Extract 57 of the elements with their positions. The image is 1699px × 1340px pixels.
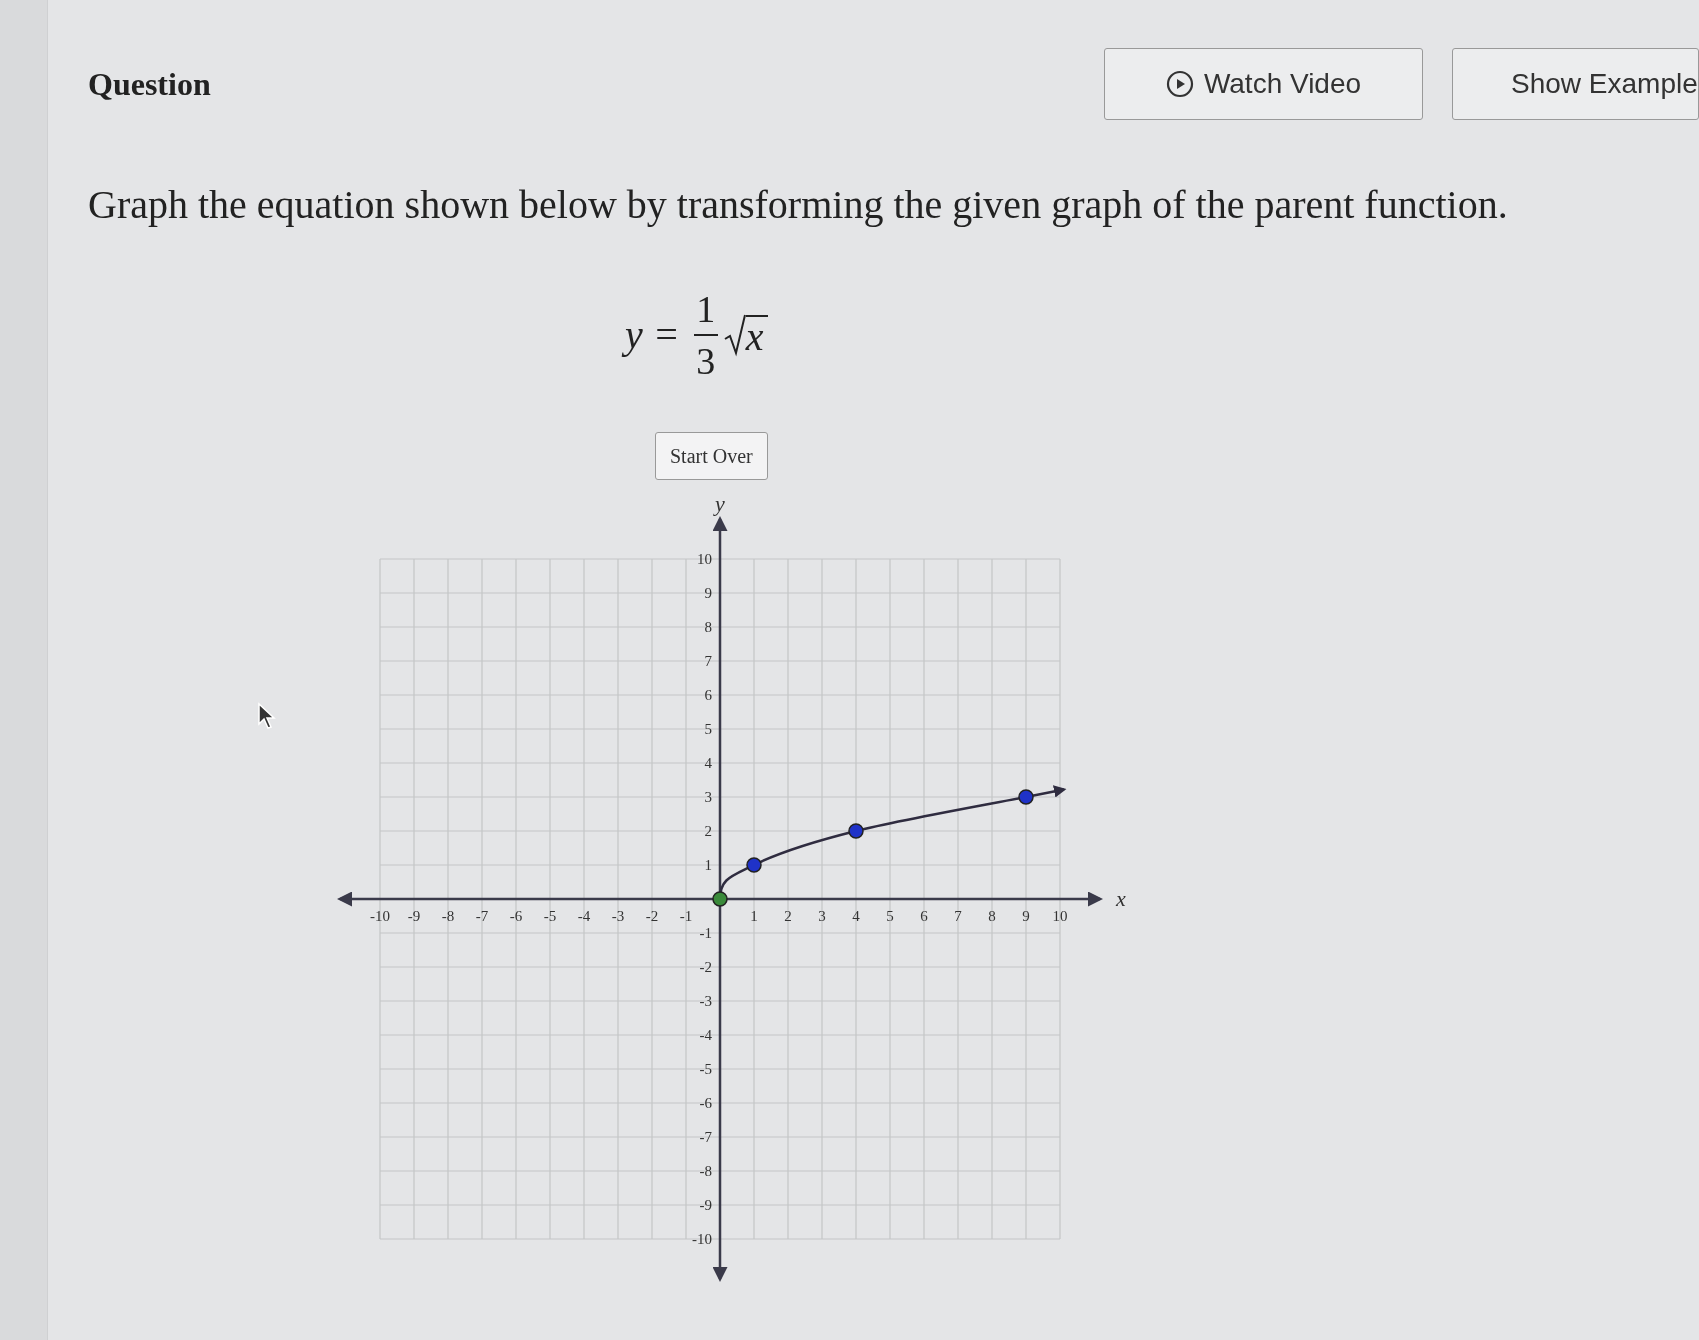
y-tick-label: 10: [697, 551, 712, 567]
y-tick-label: -3: [699, 993, 712, 1009]
y-axis-label: y: [715, 494, 725, 516]
x-tick-label: -9: [407, 908, 421, 924]
x-tick-label: 8: [988, 908, 996, 924]
fraction-denominator: 3: [696, 342, 716, 380]
y-tick-label: 9: [704, 585, 712, 601]
x-tick-label: 10: [1052, 908, 1068, 924]
graph-point[interactable]: [848, 823, 864, 839]
y-tick-label: -6: [699, 1095, 712, 1111]
x-axis-label: x: [1116, 886, 1126, 911]
x-tick-label: 2: [784, 908, 792, 924]
question-heading: Question: [88, 65, 212, 104]
x-tick-label: 5: [886, 908, 894, 924]
x-tick-label: 6: [920, 908, 928, 924]
play-circle-icon: [1165, 70, 1194, 98]
y-tick-label: 2: [704, 823, 712, 839]
y-tick-label: 6: [704, 687, 712, 703]
y-tick-label: 4: [704, 755, 712, 771]
y-tick-label: 1: [704, 857, 712, 873]
x-tick-label: -3: [611, 908, 625, 924]
start-over-button[interactable]: Start Over: [655, 432, 768, 480]
y-tick-label: -5: [699, 1061, 712, 1077]
x-tick-label: -8: [441, 908, 455, 924]
x-tick-label: -10: [370, 908, 390, 924]
x-tick-label: -1: [679, 908, 693, 924]
y-tick-label: 7: [704, 653, 712, 669]
radical-sign-icon: [723, 313, 746, 357]
y-tick-label: -7: [699, 1129, 712, 1145]
y-tick-label: 3: [704, 789, 712, 805]
x-tick-label: 1: [750, 908, 758, 924]
y-tick-label: -4: [699, 1027, 712, 1043]
y-tick-label: -8: [699, 1163, 712, 1179]
radicand: x: [745, 315, 768, 357]
y-tick-label: -10: [692, 1231, 712, 1247]
x-tick-label: 7: [954, 908, 962, 924]
y-tick-label: -1: [699, 925, 712, 941]
instruction-text: Graph the equation shown below by transforming the given graph of the parent function.: [88, 181, 1509, 229]
graph-point[interactable]: [712, 891, 728, 907]
graph-point[interactable]: [1018, 789, 1034, 805]
fraction-numerator: 1: [696, 290, 716, 328]
x-tick-label: 4: [852, 908, 860, 924]
y-tick-label: -9: [699, 1197, 712, 1213]
x-tick-label: 9: [1022, 908, 1030, 924]
watch-video-button[interactable]: Watch Video: [1104, 48, 1423, 120]
x-tick-label: -5: [543, 908, 557, 924]
y-tick-label: 8: [704, 619, 712, 635]
x-tick-label: 3: [818, 908, 826, 924]
mouse-cursor-icon: [257, 702, 277, 730]
x-tick-label: -7: [475, 908, 489, 924]
graph-point[interactable]: [746, 857, 762, 873]
show-examples-button[interactable]: Show Example: [1452, 48, 1699, 120]
x-tick-label: -6: [509, 908, 523, 924]
y-tick-label: 5: [704, 721, 712, 737]
x-tick-label: -4: [577, 908, 591, 924]
y-tick-label: -2: [699, 959, 712, 975]
x-tick-label: -2: [645, 908, 659, 924]
